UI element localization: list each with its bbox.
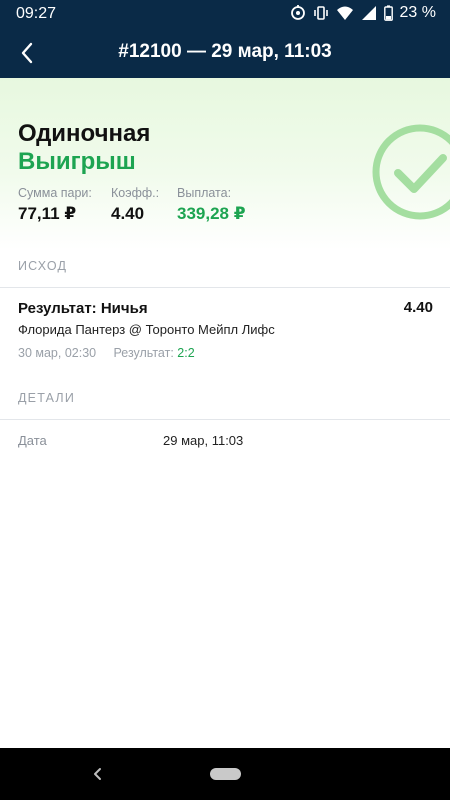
nav-back-icon[interactable]: [86, 762, 110, 786]
cellular-signal-icon: [361, 5, 377, 21]
nav-home-pill[interactable]: [210, 768, 241, 780]
score-label: Результат:: [113, 346, 174, 360]
sync-icon: [290, 5, 306, 21]
status-time: 09:27: [16, 5, 57, 22]
status-bar: 09:27 23 %: [0, 0, 450, 28]
bet-status: Выигрыш: [18, 148, 136, 175]
match-datetime: 30 мар, 02:30: [18, 346, 97, 360]
page-title: #12100 — 29 мар, 11:03: [118, 41, 332, 62]
outcome-item[interactable]: Результат: Ничья 4.40 Флорида Пантерз @ …: [0, 288, 450, 372]
match-score: 2:2: [177, 346, 195, 360]
detail-value: 29 мар, 11:03: [163, 433, 244, 448]
battery-percentage: 23 %: [399, 4, 436, 21]
wifi-icon: [336, 5, 354, 21]
details-section-title: ДЕТАЛИ: [18, 391, 76, 405]
outcome-section-header: ИСХОД: [0, 248, 450, 288]
payout-value: 339,28 ₽: [177, 204, 246, 223]
detail-label: Дата: [18, 433, 47, 448]
details-section-header: ДЕТАЛИ: [0, 380, 450, 420]
odds-label: Коэфф.:: [111, 186, 160, 200]
match-name: Флорида Пантерз @ Торонто Мейпл Лифс: [18, 322, 275, 337]
outcome-section-title: ИСХОД: [18, 259, 68, 273]
odds-stat: Коэфф.: 4.40: [111, 186, 159, 224]
outcome-meta: 30 мар, 02:30 Результат: 2:2: [18, 346, 195, 360]
system-navigation-bar: [0, 748, 450, 800]
outcome-result: Результат: Ничья: [18, 300, 148, 317]
app-bar: #12100 — 29 мар, 11:03: [0, 28, 450, 78]
odds-value: 4.40: [111, 204, 145, 223]
stake-stat: Сумма пари: 77,11 ₽: [18, 186, 92, 224]
detail-row-date: Дата 29 мар, 11:03: [0, 420, 450, 458]
payout-label: Выплата:: [177, 186, 232, 200]
bet-type: Одиночная: [18, 120, 151, 147]
payout-stat: Выплата: 339,28 ₽: [177, 186, 246, 224]
status-icons: 23 %: [290, 4, 436, 22]
stake-label: Сумма пари:: [18, 186, 92, 200]
bet-summary: Одиночная Выигрыш Сумма пари: 77,11 ₽ Ко…: [0, 78, 450, 250]
stake-value: 77,11 ₽: [18, 204, 77, 223]
check-circle-icon: [372, 124, 450, 220]
battery-icon: [383, 5, 393, 21]
outcome-odds: 4.40: [403, 299, 433, 316]
vibrate-icon: [313, 5, 329, 21]
